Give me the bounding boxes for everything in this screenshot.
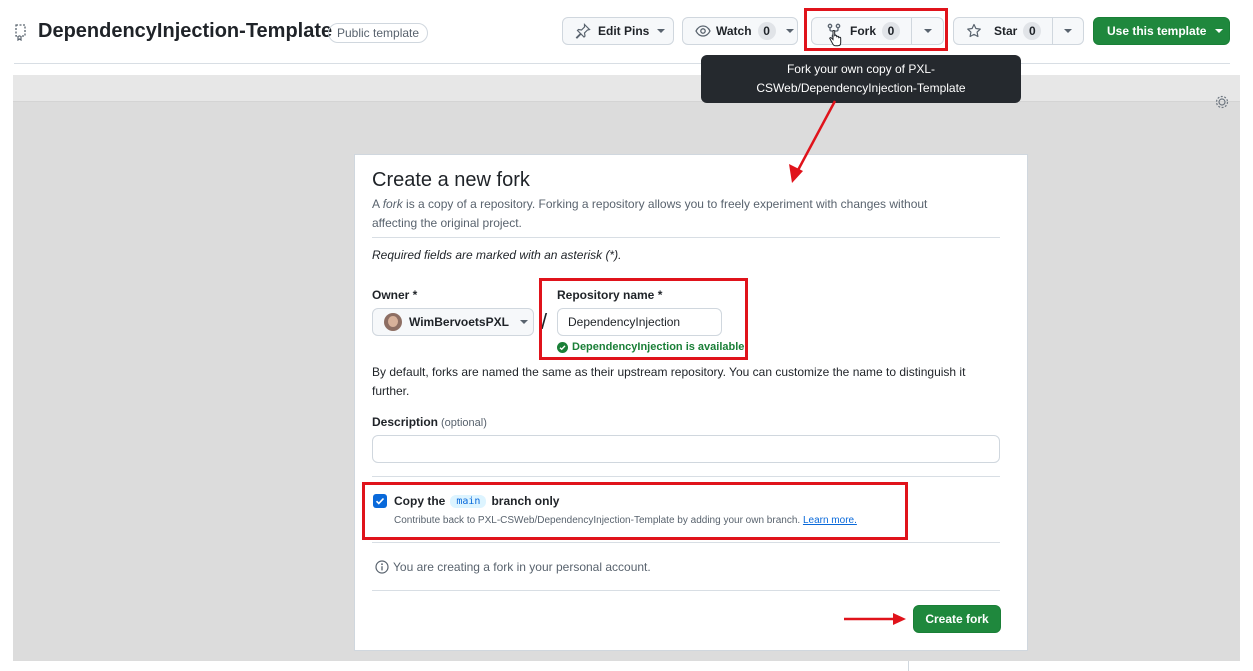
create-fork-dialog: Create a new fork A fork is a copy of a …: [354, 154, 1028, 651]
edit-pins-label: Edit Pins: [598, 24, 650, 38]
repo-title[interactable]: DependencyInjection-Template: [38, 20, 332, 43]
edit-pins-button[interactable]: Edit Pins: [562, 17, 674, 45]
star-lists-dropdown-button[interactable]: [1052, 17, 1084, 45]
star-label: Star: [994, 24, 1018, 38]
use-template-label: Use this template: [1107, 24, 1207, 38]
eye-icon: [695, 25, 711, 37]
header-divider: [14, 63, 1230, 64]
description-label: Description (optional): [372, 415, 487, 429]
annotation-highlight-repo-name: [539, 278, 748, 360]
hand-cursor-icon: [829, 30, 842, 47]
use-template-button[interactable]: Use this template: [1093, 17, 1230, 45]
backdrop-strip: [13, 75, 1240, 102]
dialog-title: Create a new fork: [372, 169, 530, 191]
fork-emphasis: fork: [382, 197, 403, 211]
annotation-highlight-fork: [804, 8, 948, 51]
info-text: You are creating a fork in your personal…: [393, 560, 651, 574]
create-fork-button[interactable]: Create fork: [913, 605, 1001, 633]
divider: [372, 542, 1000, 543]
fork-tooltip: Fork your own copy of PXL-CSWeb/Dependen…: [701, 55, 1021, 103]
repo-header: DependencyInjection-Template Public temp…: [0, 0, 1253, 64]
required-note: Required fields are marked with an aster…: [372, 248, 622, 262]
watch-label: Watch: [716, 24, 752, 38]
divider: [372, 237, 1000, 238]
page-edge-line: [908, 661, 909, 671]
star-icon: [967, 23, 981, 38]
chevron-down-icon: [785, 29, 794, 33]
divider: [372, 476, 1000, 477]
dialog-subtitle: A fork is a copy of a repository. Forkin…: [372, 197, 928, 230]
pin-icon: [575, 23, 591, 39]
avatar: [384, 313, 402, 331]
owner-value: WimBervoetsPXL: [409, 315, 509, 329]
owner-select[interactable]: WimBervoetsPXL: [372, 308, 534, 336]
watch-count: 0: [757, 22, 776, 40]
info-icon: [375, 560, 389, 574]
optional-hint: (optional): [441, 417, 487, 429]
chevron-down-icon: [1064, 29, 1072, 33]
chevron-down-icon: [519, 320, 528, 324]
default-name-note: By default, forks are named the same as …: [372, 365, 966, 398]
annotation-highlight-copy-branch: [362, 482, 908, 540]
chevron-down-icon: [1215, 29, 1224, 33]
star-count: 0: [1023, 22, 1042, 40]
divider: [372, 590, 1000, 591]
watch-button[interactable]: Watch 0: [682, 17, 798, 45]
description-input[interactable]: [372, 435, 1000, 463]
repo-template-icon: [15, 24, 26, 41]
gear-icon: [1215, 95, 1229, 109]
owner-label: Owner *: [372, 288, 418, 302]
star-button[interactable]: Star 0: [953, 17, 1053, 45]
personal-account-note: You are creating a fork in your personal…: [375, 560, 651, 574]
visibility-badge: Public template: [328, 23, 429, 43]
chevron-down-icon: [657, 29, 666, 33]
